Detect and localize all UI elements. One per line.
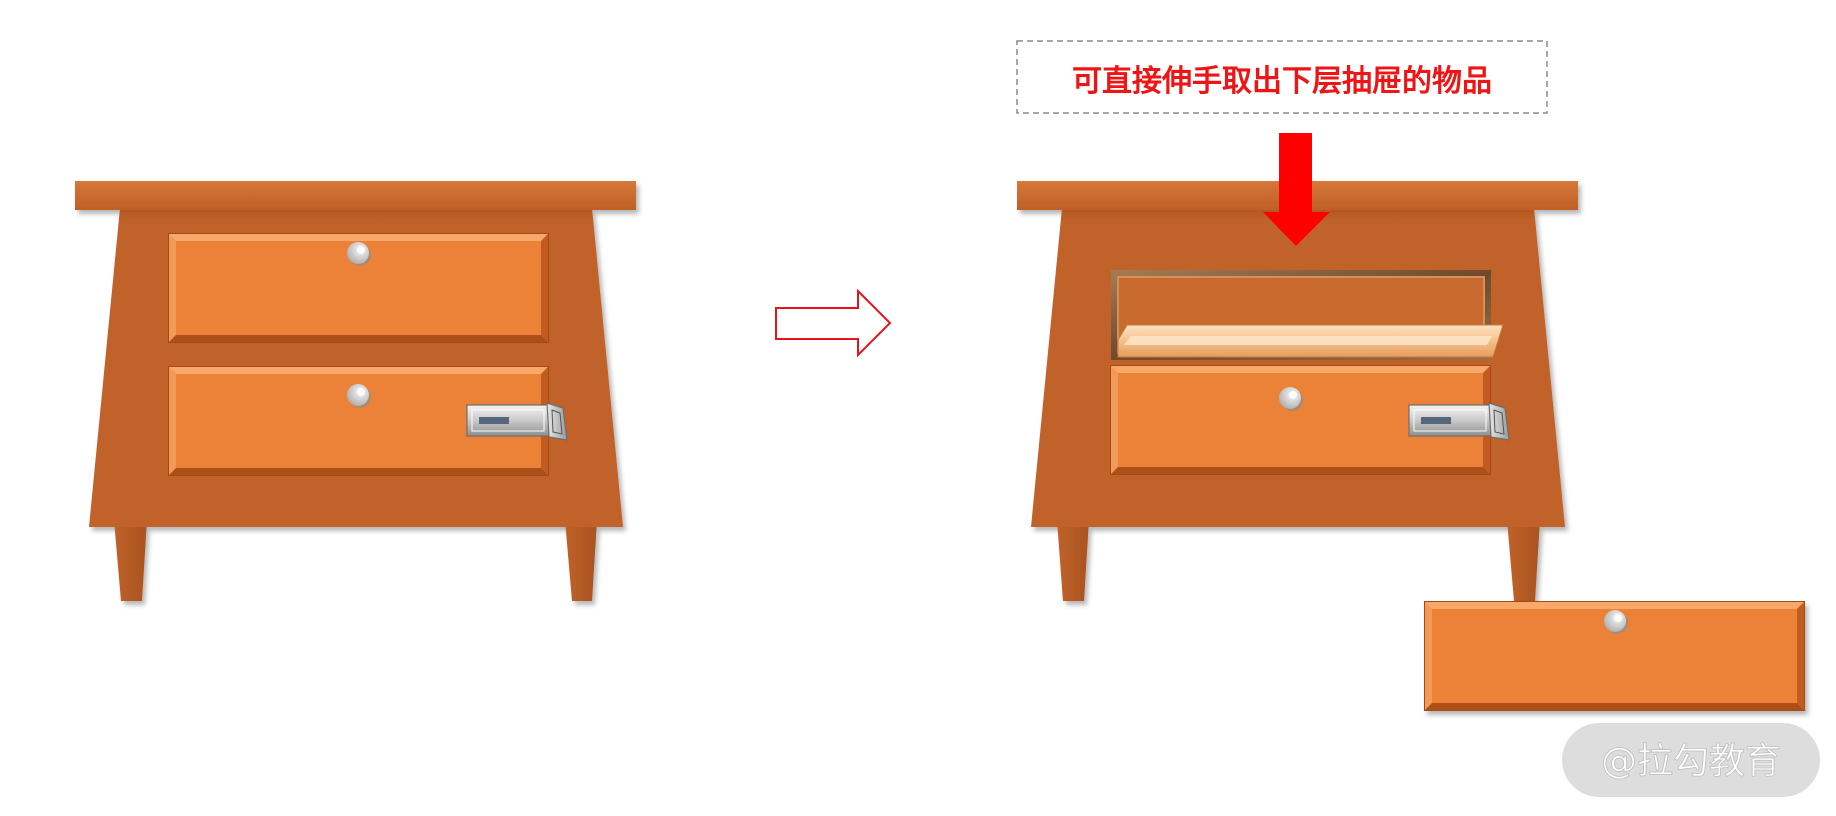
left-leg <box>114 520 147 601</box>
right-leg <box>1507 520 1540 601</box>
diagram-canvas: 可直接伸手取出下层抽屉的物品 @拉勾教育 <box>75 40 1820 797</box>
empty-drawer-opening <box>1111 270 1504 360</box>
left-leg <box>1057 520 1089 601</box>
right-leg <box>565 520 597 601</box>
watermark-text: @拉勾教育 <box>1601 741 1781 782</box>
caption: 可直接伸手取出下层抽屉的物品 <box>1072 64 1492 99</box>
watermark: @拉勾教育 <box>1562 723 1820 797</box>
drawer-lock-icon <box>1408 402 1510 441</box>
right-arrow-outline-icon <box>775 288 892 358</box>
lower-drawer-tray-lip <box>1124 336 1492 345</box>
drawer-lock-icon <box>466 402 568 441</box>
table-top <box>75 181 636 210</box>
